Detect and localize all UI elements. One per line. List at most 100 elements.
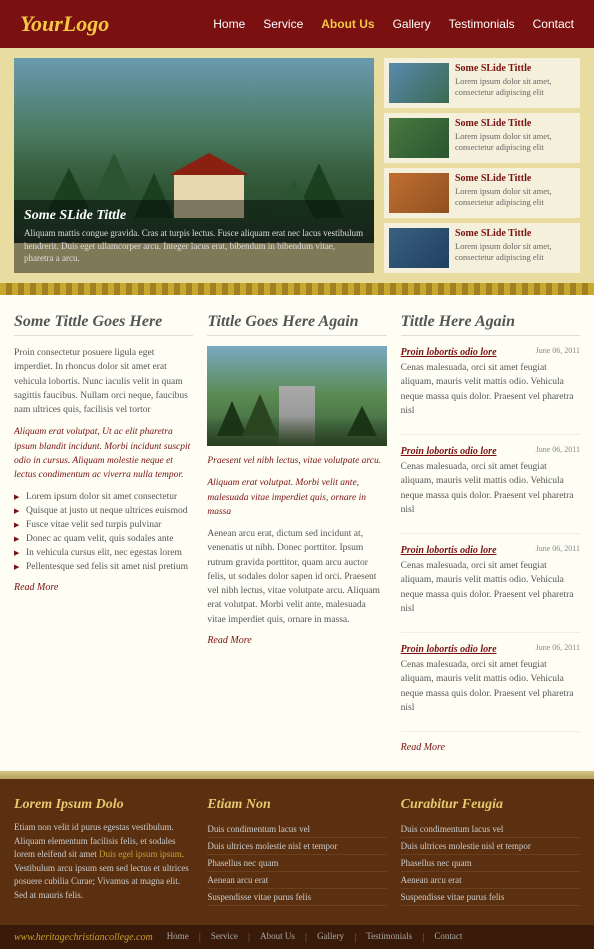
nav-contact[interactable]: Contact [533, 17, 574, 31]
footer-link-3-2[interactable]: Duis ultrices molestie nisl et tempor [401, 838, 580, 855]
thumb-item-1[interactable]: Some SLide Tittle Lorem ipsum dolor sit … [384, 58, 580, 108]
bullet-6: Pellentesque sed felis sit amet nisl pre… [14, 560, 193, 574]
footer-url: www.heritagechristiancollege.com [14, 932, 153, 943]
footer-col1-title: Lorem Ipsum Dolo [14, 797, 193, 813]
blog-date-1: June 06, 2011 [536, 346, 580, 355]
footer-nav-gallery[interactable]: Gallery [317, 931, 344, 943]
col2-image [207, 346, 386, 446]
blog-desc-2: Cenas malesuada, orci sit amet feugiat a… [401, 460, 580, 517]
bullet-4: Donec ac quam velit, quis sodales ante [14, 532, 193, 546]
blog-post-1: Proin lobortis odio lore June 06, 2011 C… [401, 346, 580, 435]
footer-link[interactable]: Duis egel ipsum ipsum [99, 849, 182, 859]
thumb-text-4: Some SLide Tittle Lorem ipsum dolor sit … [455, 228, 575, 268]
thumb-text-2: Some SLide Tittle Lorem ipsum dolor sit … [455, 118, 575, 158]
blog-title-4[interactable]: Proin lobortis odio lore [401, 644, 497, 655]
thumb-desc-3: Lorem ipsum dolor sit amet, consectetur … [455, 186, 575, 208]
footer-nav-service[interactable]: Service [211, 931, 238, 943]
blog-desc-3: Cenas malesuada, orci sit amet feugiat a… [401, 559, 580, 616]
thumb-image-1 [389, 63, 449, 103]
hero-section: Some SLide Tittle Aliquam mattis congue … [0, 48, 594, 283]
hero-main: Some SLide Tittle Aliquam mattis congue … [14, 58, 374, 273]
footer-link-3-3[interactable]: Phasellus nec quam [401, 855, 580, 872]
main-content: Some Tittle Goes Here Proin consectetur … [0, 295, 594, 771]
col2-read-more[interactable]: Read More [207, 635, 386, 646]
col3: Tittle Here Again Proin lobortis odio lo… [401, 313, 580, 753]
footer-col1: Lorem Ipsum Dolo Etiam non velit id puru… [14, 797, 193, 907]
col1-read-more[interactable]: Read More [14, 582, 193, 593]
col2-caption2: Aliquam erat volutpat. Morbi velit ante,… [207, 476, 386, 519]
blog-post-4: Proin lobortis odio lore June 06, 2011 C… [401, 643, 580, 732]
bullet-2: Quisque at justo ut neque ultrices euism… [14, 504, 193, 518]
nav-gallery[interactable]: Gallery [393, 17, 431, 31]
footer-nav-contact[interactable]: Contact [434, 931, 462, 943]
section-sep [0, 771, 594, 779]
thumb-title-4: Some SLide Tittle [455, 228, 575, 239]
nav-about[interactable]: About Us [321, 17, 374, 31]
footer-nav-home[interactable]: Home [167, 931, 189, 943]
footer-nav: Home | Service | About Us | Gallery | Te… [167, 931, 463, 943]
footer-nav-about[interactable]: About Us [260, 931, 295, 943]
col1-para1: Proin consectetur posuere ligula eget im… [14, 346, 193, 417]
blog-post-2: Proin lobortis odio lore June 06, 2011 C… [401, 445, 580, 534]
bullet-1: Lorem ipsum dolor sit amet consectetur [14, 490, 193, 504]
nav-service[interactable]: Service [263, 17, 303, 31]
thumb-item-4[interactable]: Some SLide Tittle Lorem ipsum dolor sit … [384, 223, 580, 273]
col3-read-more[interactable]: Read More [401, 742, 580, 753]
blog-post-3: Proin lobortis odio lore June 06, 2011 C… [401, 544, 580, 633]
footer-col2: Etiam Non Duis condimentum lacus vel Dui… [207, 797, 386, 907]
footer-nav-testimonials[interactable]: Testimonials [366, 931, 412, 943]
thumb-text-1: Some SLide Tittle Lorem ipsum dolor sit … [455, 63, 575, 103]
footer-link-3-1[interactable]: Duis condimentum lacus vel [401, 821, 580, 838]
thumb-image-4 [389, 228, 449, 268]
footer-bottom: www.heritagechristiancollege.com Home | … [0, 925, 594, 949]
footer-link-2-3[interactable]: Phasellus nec quam [207, 855, 386, 872]
thumb-desc-4: Lorem ipsum dolor sit amet, consectetur … [455, 241, 575, 263]
thumb-item-2[interactable]: Some SLide Tittle Lorem ipsum dolor sit … [384, 113, 580, 163]
thumb-title-3: Some SLide Tittle [455, 173, 575, 184]
main-nav: Home Service About Us Gallery Testimonia… [213, 17, 574, 31]
thumb-image-3 [389, 173, 449, 213]
bullet-5: In vehicula cursus elit, nec egestas lor… [14, 546, 193, 560]
footer-link-2-4[interactable]: Aenean arcu erat [207, 872, 386, 889]
logo: YourLogo [20, 11, 213, 37]
blog-title-3[interactable]: Proin lobortis odio lore [401, 545, 497, 556]
footer-col3-title: Curabitur Feugia [401, 797, 580, 813]
blog-desc-4: Cenas malesuada, orci sit amet feugiat a… [401, 658, 580, 715]
blog-desc-1: Cenas malesuada, orci sit amet feugiat a… [401, 361, 580, 418]
hero-caption: Some SLide Tittle Aliquam mattis congue … [14, 200, 374, 273]
nav-home[interactable]: Home [213, 17, 245, 31]
thumb-image-2 [389, 118, 449, 158]
footer-link-3-4[interactable]: Aenean arcu erat [401, 872, 580, 889]
col1-title: Some Tittle Goes Here [14, 313, 193, 336]
footer-col2-title: Etiam Non [207, 797, 386, 813]
blog-title-1[interactable]: Proin lobortis odio lore [401, 347, 497, 358]
col2-para: Aenean arcu erat, dictum sed incidunt at… [207, 527, 386, 627]
footer-link-2-1[interactable]: Duis condimentum lacus vel [207, 821, 386, 838]
bullet-3: Fusce vitae velit sed turpis pulvinar [14, 518, 193, 532]
blog-date-3: June 06, 2011 [536, 544, 580, 553]
col2: Tittle Goes Here Again Praesent vel nibh… [207, 313, 386, 753]
hero-text: Aliquam mattis congue gravida. Cras at t… [24, 227, 364, 265]
col2-caption1: Praesent vel nibh lectus, vitae volutpat… [207, 454, 386, 468]
thumb-item-3[interactable]: Some SLide Tittle Lorem ipsum dolor sit … [384, 168, 580, 218]
thumb-title-2: Some SLide Tittle [455, 118, 575, 129]
footer-col3-links: Duis condimentum lacus vel Duis ultrices… [401, 821, 580, 906]
blog-title-2[interactable]: Proin lobortis odio lore [401, 446, 497, 457]
footer-col2-links: Duis condimentum lacus vel Duis ultrices… [207, 821, 386, 906]
blog-date-2: June 06, 2011 [536, 445, 580, 454]
hero-title: Some SLide Tittle [24, 208, 364, 224]
col1-para2: Aliquam erat volutpat, Ut ac elit pharet… [14, 425, 193, 482]
footer-link-2-2[interactable]: Duis ultrices molestie nisl et tempor [207, 838, 386, 855]
footer-link-2-5[interactable]: Suspendisse vitae purus felis [207, 889, 386, 906]
nav-testimonials[interactable]: Testimonials [449, 17, 515, 31]
thumb-text-3: Some SLide Tittle Lorem ipsum dolor sit … [455, 173, 575, 213]
footer-top: Lorem Ipsum Dolo Etiam non velit id puru… [0, 779, 594, 925]
footer-link-3-5[interactable]: Suspendisse vitae purus felis [401, 889, 580, 906]
col2-title: Tittle Goes Here Again [207, 313, 386, 336]
hero-thumbs: Some SLide Tittle Lorem ipsum dolor sit … [384, 58, 580, 273]
col1-bullets: Lorem ipsum dolor sit amet consectetur Q… [14, 490, 193, 574]
thumb-desc-2: Lorem ipsum dolor sit amet, consectetur … [455, 131, 575, 153]
thumb-title-1: Some SLide Tittle [455, 63, 575, 74]
thumb-desc-1: Lorem ipsum dolor sit amet, consectetur … [455, 76, 575, 98]
footer-col1-text: Etiam non velit id purus egestas vestibu… [14, 821, 193, 902]
